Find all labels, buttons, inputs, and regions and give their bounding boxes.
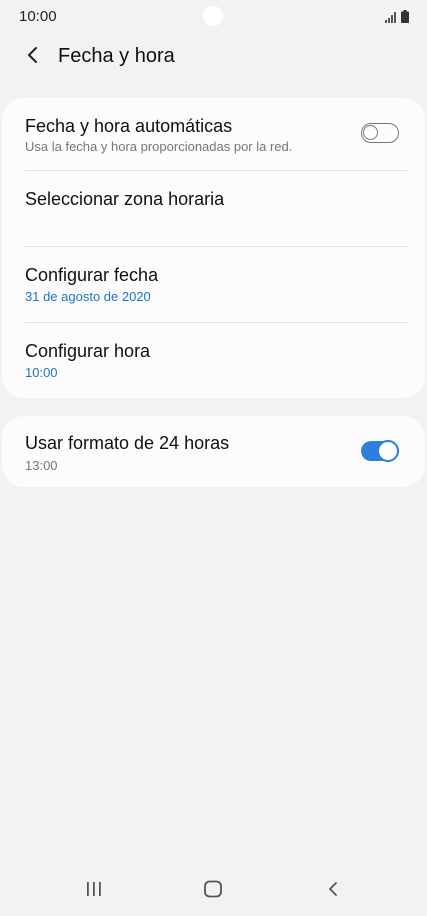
navigation-bar (0, 862, 427, 916)
back-icon[interactable] (313, 874, 353, 904)
recent-apps-icon[interactable] (74, 874, 114, 904)
status-time: 10:00 (19, 8, 57, 25)
page-title: Fecha y hora (58, 45, 175, 67)
format-24h-subtitle: 13:00 (25, 458, 58, 473)
format-24h-toggle[interactable] (361, 440, 399, 462)
set-time-row[interactable]: Configurar hora 10:00 (2, 323, 425, 399)
battery-icon (401, 10, 409, 28)
camera-cutout (203, 6, 223, 26)
header: Fecha y hora (0, 34, 427, 80)
toggle-knob (377, 440, 399, 462)
timezone-title: Seleccionar zona horaria (25, 189, 225, 209)
set-time-value: 10:00 (25, 365, 58, 380)
toggle-knob (363, 125, 378, 140)
format-24h-title: Usar formato de 24 horas (25, 433, 230, 453)
status-bar: 10:00 (0, 0, 427, 34)
home-icon[interactable] (193, 874, 233, 904)
set-date-row[interactable]: Configurar fecha 31 de agosto de 2020 (2, 247, 425, 323)
set-date-title: Configurar fecha (25, 265, 159, 285)
auto-date-time-subtitle: Usa la fecha y hora proporcionadas por l… (25, 139, 293, 154)
auto-date-time-row[interactable]: Fecha y hora automáticas Usa la fecha y … (2, 98, 425, 174)
timezone-row[interactable]: Seleccionar zona horaria (2, 171, 425, 247)
set-date-value: 31 de agosto de 2020 (25, 289, 151, 304)
status-icons (385, 10, 409, 28)
auto-date-time-toggle[interactable] (361, 123, 399, 143)
settings-card-format: Usar formato de 24 horas 13:00 (2, 416, 425, 487)
settings-card-date-time: Fecha y hora automáticas Usa la fecha y … (2, 98, 425, 398)
signal-icon (385, 10, 397, 28)
auto-date-time-title: Fecha y hora automáticas (25, 116, 233, 136)
back-arrow-icon[interactable] (18, 40, 48, 70)
set-time-title: Configurar hora (25, 341, 151, 361)
format-24h-row[interactable]: Usar formato de 24 horas 13:00 (2, 416, 425, 487)
